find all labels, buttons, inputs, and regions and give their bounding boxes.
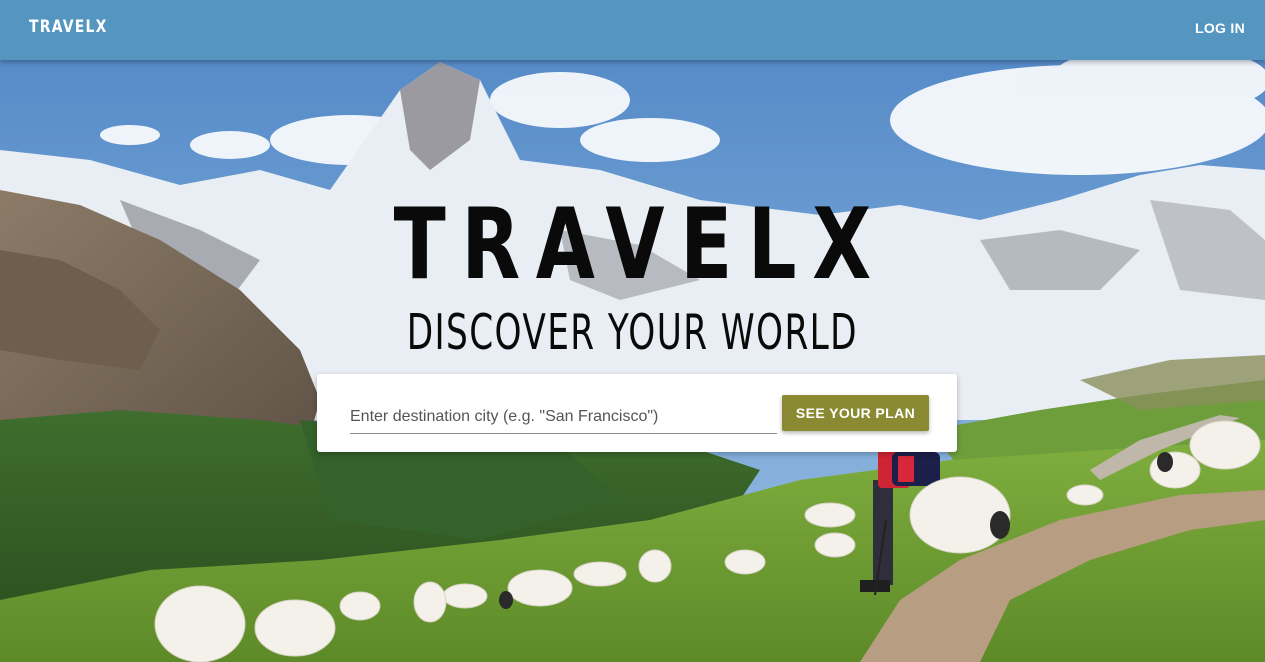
- login-link[interactable]: LOG IN: [1195, 20, 1245, 36]
- destination-search-input[interactable]: [350, 400, 777, 434]
- see-your-plan-button[interactable]: SEE YOUR PLAN: [782, 395, 929, 431]
- hero-title: TRAVELX: [393, 188, 887, 302]
- landing-page: TRAVELX LOG IN TRAVELX DISCOVER YOUR WOR…: [0, 0, 1265, 662]
- brand-logo[interactable]: TRAVELX: [29, 17, 108, 37]
- search-card: SEE YOUR PLAN: [317, 374, 957, 452]
- top-navbar: TRAVELX LOG IN: [0, 0, 1265, 60]
- hero-subtitle: DISCOVER YOUR WORLD: [406, 304, 859, 361]
